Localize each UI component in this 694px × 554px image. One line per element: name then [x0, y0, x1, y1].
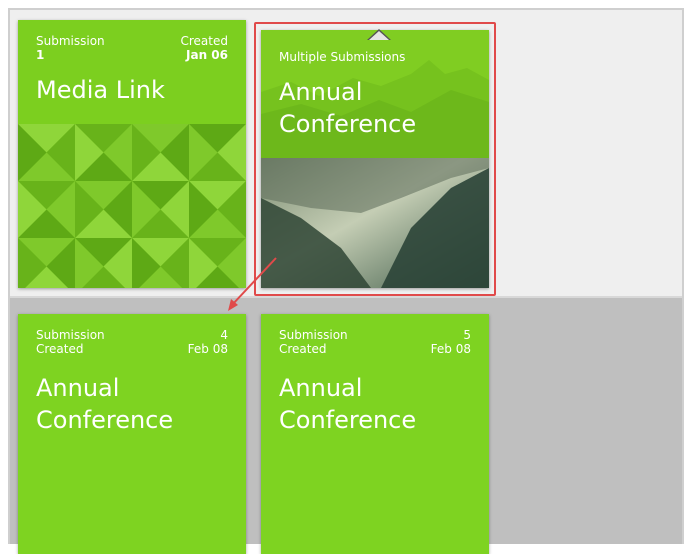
tile-title: Annual Conference — [279, 76, 479, 140]
tile-meta: Submission 4 Created Feb 08 — [36, 328, 228, 356]
submission-number: 1 — [36, 48, 45, 62]
tile-title-line2: Conference — [279, 110, 417, 138]
multiple-submissions-label: Multiple Submissions — [279, 50, 406, 64]
tile-meta: Submission 5 Created Feb 08 — [279, 328, 471, 356]
tile-title-line2: Conference — [36, 406, 174, 434]
tile-title: Annual Conference — [36, 372, 236, 436]
tile-title: Media Link — [36, 76, 165, 104]
landscape-photo-image — [261, 158, 489, 288]
multiple-submissions-tile[interactable]: Multiple Submissions Annual Conference — [261, 30, 489, 288]
tile-title-line2: Conference — [279, 406, 417, 434]
created-date: Jan 06 — [186, 48, 228, 62]
caret-up-icon — [367, 29, 391, 40]
submission-5-tile[interactable]: Submission 5 Created Feb 08 Annual Confe… — [261, 314, 489, 554]
tile-meta: Multiple Submissions — [279, 50, 471, 64]
submission-label: Submission — [36, 328, 105, 342]
submission-label: Submission — [279, 328, 348, 342]
created-date: Feb 08 — [187, 342, 228, 356]
top-tile-row: Submission Created 1 Jan 06 Media Link M… — [10, 10, 682, 296]
tile-title: Annual Conference — [279, 372, 479, 436]
created-label: Created — [180, 34, 229, 48]
submission-4-tile[interactable]: Submission 4 Created Feb 08 Annual Confe… — [18, 314, 246, 554]
triangle-pattern-image — [18, 124, 246, 288]
created-label: Created — [279, 342, 327, 356]
created-label: Created — [36, 342, 84, 356]
media-link-tile[interactable]: Submission Created 1 Jan 06 Media Link — [18, 20, 246, 288]
created-date: Feb 08 — [430, 342, 471, 356]
tile-title-line1: Annual — [279, 374, 363, 402]
tile-title-line1: Annual — [279, 78, 363, 106]
submission-label: Submission — [36, 34, 105, 48]
submission-number: 4 — [220, 328, 228, 342]
submission-number: 5 — [463, 328, 471, 342]
tile-title-line1: Annual — [36, 374, 120, 402]
tile-meta: Submission Created 1 Jan 06 — [36, 34, 228, 62]
